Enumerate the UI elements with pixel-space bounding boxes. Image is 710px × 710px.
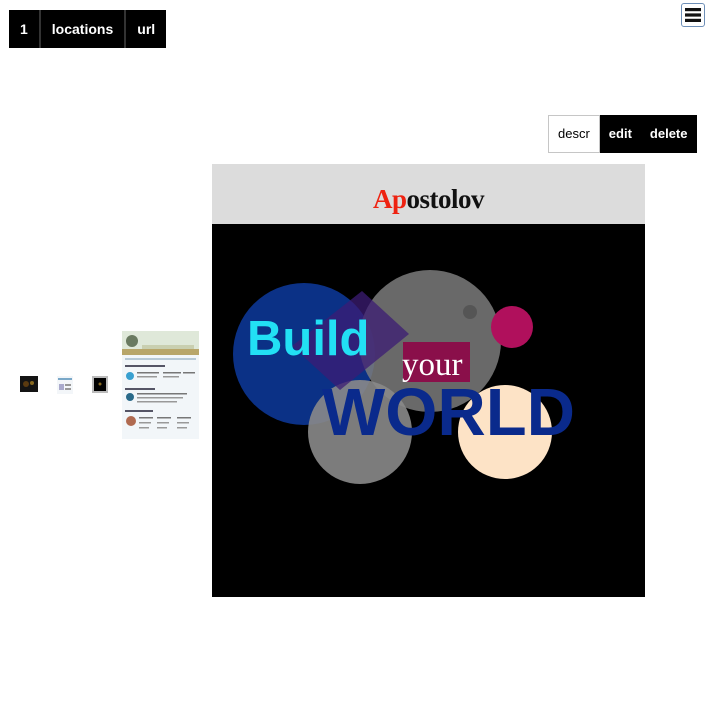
- menu-button[interactable]: [681, 3, 705, 27]
- nav-button-1[interactable]: 1: [9, 10, 41, 48]
- thumbnail-webpage[interactable]: [122, 331, 199, 439]
- descr-button[interactable]: descr: [548, 115, 600, 153]
- thumbnail-dark[interactable]: [20, 376, 38, 392]
- thumbnail-webpage-image: [122, 331, 199, 439]
- build-text: Build: [247, 312, 369, 366]
- preview-header: Apostolov: [212, 164, 645, 225]
- hamburger-icon: [685, 8, 701, 22]
- build-your-world-artwork: Build your WORLD: [212, 224, 645, 597]
- nav-button-locations[interactable]: locations: [41, 10, 127, 48]
- thumbnail-dark-image: [20, 376, 38, 392]
- nav-button-url[interactable]: url: [126, 10, 166, 48]
- top-nav: 1 locations url: [9, 10, 167, 48]
- action-bar: descr edit delete: [548, 115, 697, 153]
- art-dot: [463, 305, 477, 319]
- edit-button[interactable]: edit: [599, 115, 641, 153]
- world-text: WORLD: [322, 375, 575, 450]
- apostolov-logo: Apostolov: [372, 184, 485, 214]
- thumbnail-black-image: [94, 378, 106, 391]
- thumbnail-light-image: [57, 376, 73, 394]
- art-circle-magenta: [491, 306, 533, 348]
- thumbnail-black[interactable]: [92, 376, 108, 393]
- thumbnail-light[interactable]: [57, 376, 73, 394]
- delete-button[interactable]: delete: [640, 115, 697, 153]
- image-preview: Apostolov Build your WORLD: [212, 164, 645, 597]
